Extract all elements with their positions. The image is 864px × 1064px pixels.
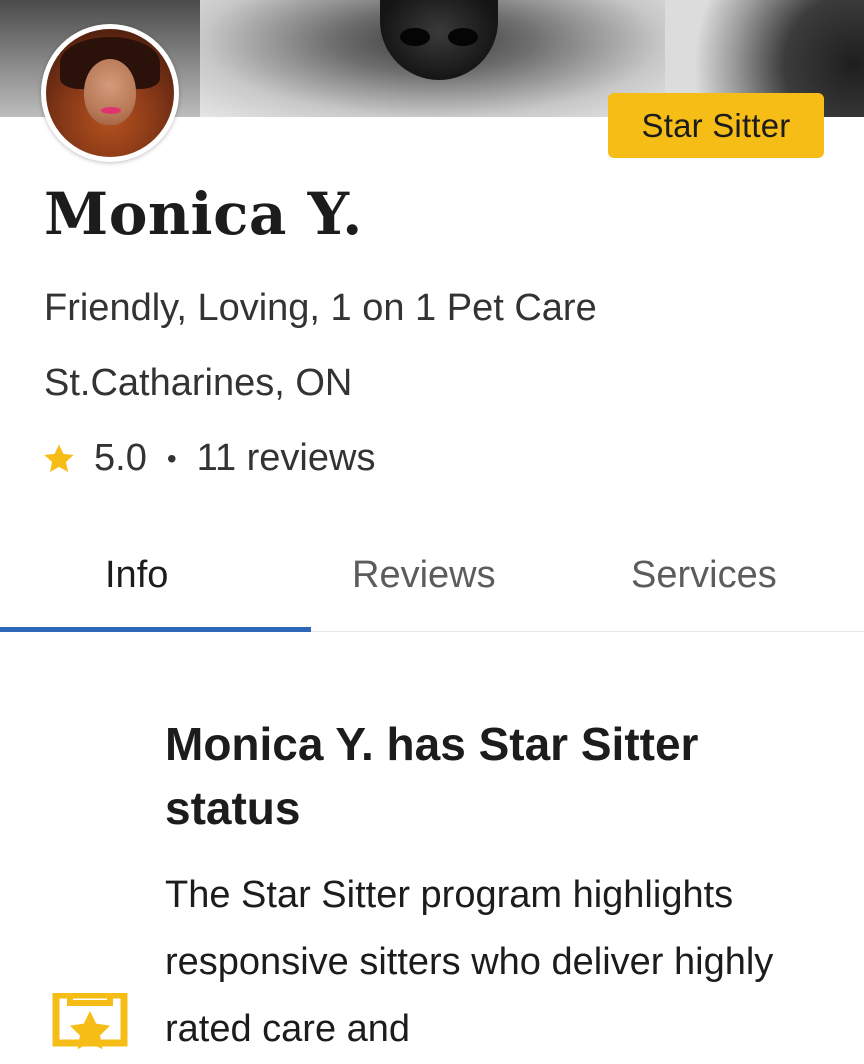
- star-sitter-badge[interactable]: Star Sitter: [608, 93, 824, 158]
- active-tab-indicator: [0, 627, 311, 632]
- star-sitter-title: Monica Y. has Star Sitter status: [165, 718, 699, 834]
- star-icon: [44, 444, 74, 472]
- profile-tabs: Info Reviews Services: [0, 532, 864, 632]
- cover-photo-dog: [200, 0, 665, 117]
- reviews-count[interactable]: 11 reviews: [197, 437, 376, 480]
- profile-tagline: Friendly, Loving, 1 on 1 Pet Care: [44, 287, 597, 329]
- avatar-photo: [46, 29, 174, 157]
- star-sitter-badge-label: Star Sitter: [641, 106, 791, 144]
- tab-services[interactable]: Services: [631, 554, 777, 597]
- star-sitter-description: The Star Sitter program highlights respo…: [165, 874, 774, 1050]
- tab-info[interactable]: Info: [105, 554, 168, 597]
- star-sitter-badge-icon: [52, 993, 128, 1050]
- rating-row[interactable]: 5.0 • 11 reviews: [42, 437, 375, 480]
- profile-location: St.Catharines, ON: [44, 362, 353, 404]
- rating-separator: •: [166, 442, 177, 474]
- rating-value: 5.0: [94, 437, 147, 479]
- profile-name: Monica Y.: [44, 180, 363, 248]
- dog-nose: [380, 0, 498, 80]
- avatar[interactable]: [41, 24, 179, 162]
- tab-reviews[interactable]: Reviews: [352, 554, 496, 597]
